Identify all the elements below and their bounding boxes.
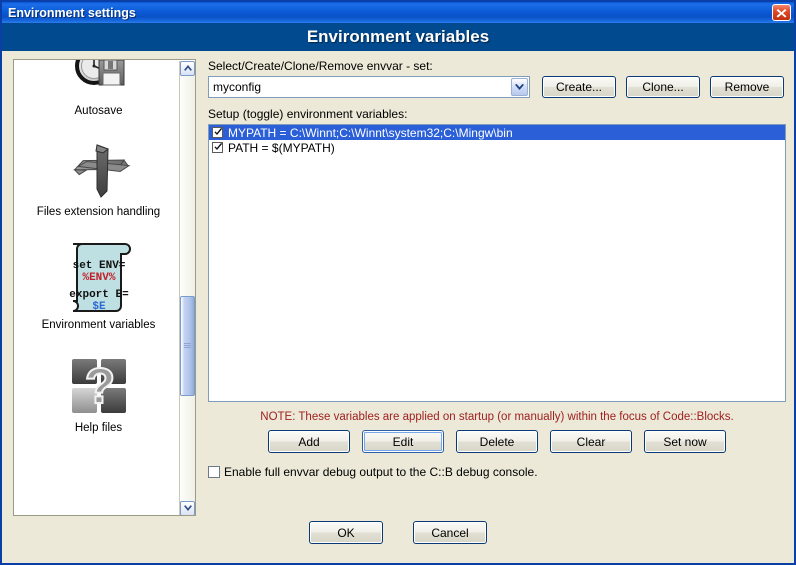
page-title-banner: Environment variables <box>2 23 794 51</box>
scrollbar-grip-icon <box>184 343 191 349</box>
dialog-footer-buttons: OK Cancel <box>2 521 794 544</box>
delete-button[interactable]: Delete <box>456 430 538 453</box>
sidebar-item-autosave[interactable]: Autosave <box>14 60 183 123</box>
dialog-client-area: Autosave Files extension handling set EN… <box>2 51 794 563</box>
clone-button[interactable]: Clone... <box>626 76 700 98</box>
sidebar-scrollbar-thumb[interactable] <box>180 296 195 396</box>
env-icon-line3: export E= <box>69 289 129 301</box>
debug-output-checkbox-row[interactable]: Enable full envvar debug output to the C… <box>208 465 786 479</box>
sidebar-scrollbar-track[interactable] <box>180 76 195 501</box>
chevron-down-icon[interactable] <box>511 78 528 96</box>
env-icon-line2: %ENV% <box>82 272 115 284</box>
close-icon[interactable] <box>772 4 791 21</box>
environment-settings-dialog: Environment settings Environment variabl… <box>0 0 796 565</box>
envvar-set-row: myconfig Create... Clone... Remove <box>208 76 786 98</box>
sidebar-item-label: Autosave <box>74 105 123 117</box>
question-cubes-icon: ? <box>66 353 132 419</box>
sidebar-item-files-extension-handling[interactable]: Files extension handling <box>14 123 183 224</box>
clock-floppy-icon <box>70 60 128 102</box>
envvar-set-label: Select/Create/Clone/Remove envvar - set: <box>208 59 433 73</box>
close-glyph <box>776 9 787 18</box>
env-icon-line1: set ENV= <box>72 260 125 272</box>
envvar-set-buttons: Create... Clone... Remove <box>542 76 784 98</box>
edit-button[interactable]: Edit <box>362 430 444 453</box>
cancel-button[interactable]: Cancel <box>413 521 487 544</box>
window-title: Environment settings <box>8 5 136 20</box>
add-button[interactable]: Add <box>268 430 350 453</box>
remove-button[interactable]: Remove <box>710 76 784 98</box>
envvar-set-combo[interactable]: myconfig <box>208 76 530 98</box>
list-item-label: PATH = $(MYPATH) <box>228 140 335 155</box>
variables-list-label: Setup (toggle) environment variables: <box>208 107 408 121</box>
title-bar[interactable]: Environment settings <box>2 2 794 23</box>
sidebar-item-label: Help files <box>74 422 123 434</box>
chevron-up-icon[interactable] <box>180 61 195 76</box>
sidebar-item-label: Environment variables <box>41 319 156 331</box>
variables-listbox[interactable]: MYPATH = C:\Winnt;C:\Winnt\system32;C:\M… <box>208 124 786 402</box>
list-item[interactable]: MYPATH = C:\Winnt;C:\Winnt\system32;C:\M… <box>209 125 785 140</box>
ok-button[interactable]: OK <box>309 521 383 544</box>
note-text: NOTE: These variables are applied on sta… <box>260 411 734 423</box>
crossed-arrows-icon <box>70 137 130 203</box>
checkbox-unchecked-icon[interactable] <box>208 466 220 478</box>
env-icon-line4: $E <box>92 301 106 313</box>
list-item-label: MYPATH = C:\Winnt;C:\Winnt\system32;C:\M… <box>228 125 513 140</box>
settings-category-list-inner: Autosave Files extension handling set EN… <box>14 60 183 440</box>
clear-button[interactable]: Clear <box>550 430 632 453</box>
sidebar-scrollbar[interactable] <box>179 61 195 515</box>
create-button[interactable]: Create... <box>542 76 616 98</box>
settings-category-list[interactable]: Autosave Files extension handling set EN… <box>13 59 196 516</box>
envvar-set-value: myconfig <box>213 80 262 94</box>
debug-output-checkbox-label: Enable full envvar debug output to the C… <box>224 465 538 479</box>
page-title: Environment variables <box>306 27 490 46</box>
list-item[interactable]: PATH = $(MYPATH) <box>209 140 785 155</box>
sidebar-item-help-files[interactable]: ? Help files <box>14 337 183 440</box>
envvar-panel: Select/Create/Clone/Remove envvar - set:… <box>208 59 786 479</box>
sidebar-item-environment-variables[interactable]: set ENV= %ENV% export E= $E Environment … <box>14 224 183 337</box>
chevron-down-icon[interactable] <box>180 501 195 515</box>
svg-text:?: ? <box>84 358 115 414</box>
sidebar-item-label: Files extension handling <box>36 206 161 218</box>
set-now-button[interactable]: Set now <box>644 430 726 453</box>
env-script-icon: set ENV= %ENV% export E= $E <box>63 238 135 316</box>
checkbox-checked-icon[interactable] <box>212 142 223 153</box>
variable-action-buttons: Add Edit Delete Clear Set now <box>208 430 786 453</box>
checkbox-checked-icon[interactable] <box>212 127 223 138</box>
